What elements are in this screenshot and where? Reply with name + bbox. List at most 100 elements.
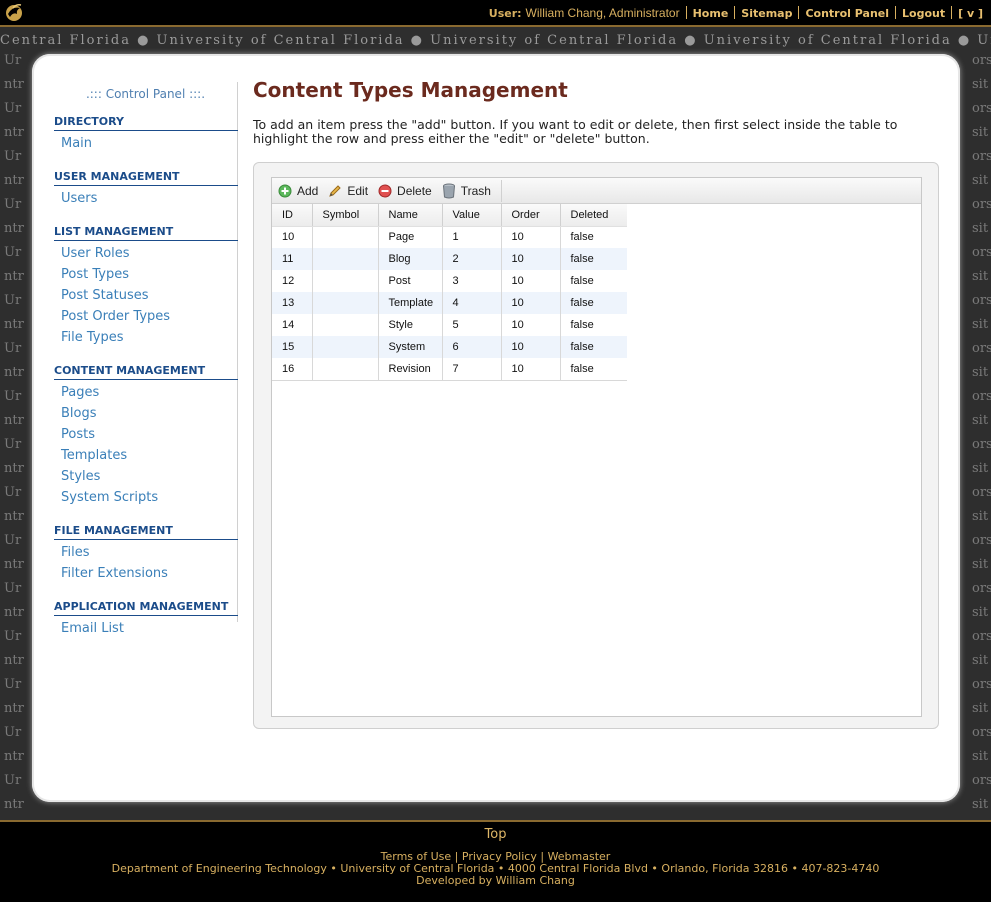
top-link[interactable]: Top xyxy=(0,827,991,842)
table-cell[interactable]: 15 xyxy=(272,336,313,358)
sidebar-item-blogs[interactable]: Blogs xyxy=(54,403,237,424)
band-left-text: ntr xyxy=(4,221,24,236)
control-panel-link[interactable]: Control Panel xyxy=(805,7,889,20)
table-cell[interactable] xyxy=(312,270,379,292)
band-left-text: ntr xyxy=(4,653,24,668)
table-cell[interactable]: 7 xyxy=(442,358,502,381)
band-right-text: ors xyxy=(972,389,991,404)
section-heading-list-management: LIST MANAGEMENT xyxy=(54,225,238,241)
band-left-text: Ur xyxy=(4,437,22,452)
table-cell[interactable]: 10 xyxy=(501,358,561,381)
column-header-order[interactable]: Order xyxy=(501,204,561,227)
sidebar-item-templates[interactable]: Templates xyxy=(54,445,237,466)
logout-link[interactable]: Logout xyxy=(902,7,945,20)
delete-button[interactable]: Delete xyxy=(378,184,432,198)
table-cell[interactable] xyxy=(312,248,379,270)
sidebar-item-users[interactable]: Users xyxy=(54,188,237,209)
table-cell[interactable] xyxy=(312,336,379,358)
table-cell[interactable]: 6 xyxy=(442,336,502,358)
band-left-text: Ur xyxy=(4,677,22,692)
band-right-text: sit xyxy=(972,749,989,764)
table-cell[interactable]: 10 xyxy=(501,336,561,358)
table-cell[interactable]: 10 xyxy=(501,226,561,248)
column-header-symbol[interactable]: Symbol xyxy=(312,204,379,227)
table-row[interactable]: 14 Style 5 10 false xyxy=(272,314,627,336)
table-cell[interactable]: 2 xyxy=(442,248,502,270)
band-right-text: sit xyxy=(972,221,989,236)
sidebar-item-system-scripts[interactable]: System Scripts xyxy=(54,487,237,508)
version-link[interactable]: [ v ] xyxy=(958,7,983,20)
sidebar-item-files[interactable]: Files xyxy=(54,542,237,563)
sidebar-item-main[interactable]: Main xyxy=(54,133,237,154)
table-cell[interactable]: 16 xyxy=(272,358,313,381)
table-cell[interactable] xyxy=(312,292,379,314)
table-cell[interactable]: false xyxy=(560,226,627,248)
table-cell[interactable]: false xyxy=(560,292,627,314)
table-row[interactable]: 16 Revision 7 10 false xyxy=(272,358,627,381)
table-cell[interactable]: 12 xyxy=(272,270,313,292)
sidebar-item-email-list[interactable]: Email List xyxy=(54,618,237,639)
sidebar-item-post-statuses[interactable]: Post Statuses xyxy=(54,285,237,306)
sidebar-item-posts[interactable]: Posts xyxy=(54,424,237,445)
sidebar-item-pages[interactable]: Pages xyxy=(54,382,237,403)
column-header-id[interactable]: ID xyxy=(272,204,313,227)
ucf-pegasus-logo-icon[interactable] xyxy=(4,2,24,22)
table-cell[interactable]: Style xyxy=(378,314,443,336)
table-cell[interactable]: 4 xyxy=(442,292,502,314)
table-cell[interactable]: false xyxy=(560,248,627,270)
sidebar-item-filter-extensions[interactable]: Filter Extensions xyxy=(54,563,237,584)
add-button[interactable]: Add xyxy=(278,184,318,198)
sidebar-item-styles[interactable]: Styles xyxy=(54,466,237,487)
home-link[interactable]: Home xyxy=(693,7,729,20)
grid-container: Add Edit Delete Trash ID Symbol Name Val… xyxy=(253,162,939,729)
table-row[interactable]: 13 Template 4 10 false xyxy=(272,292,627,314)
column-header-deleted[interactable]: Deleted xyxy=(560,204,627,227)
table-header-row: ID Symbol Name Value Order Deleted xyxy=(272,204,627,227)
sidebar-title: .::: Control Panel :::. xyxy=(85,87,206,101)
table-cell[interactable]: 11 xyxy=(272,248,313,270)
table-row[interactable]: 10 Page 1 10 false xyxy=(272,226,627,248)
table-cell[interactable]: 10 xyxy=(501,270,561,292)
table-cell[interactable]: 13 xyxy=(272,292,313,314)
table-cell[interactable]: 10 xyxy=(501,248,561,270)
band-right-text: ors xyxy=(972,245,991,260)
table-cell[interactable] xyxy=(312,226,379,248)
sidebar-item-post-order-types[interactable]: Post Order Types xyxy=(54,306,237,327)
band-left-text: ntr xyxy=(4,317,24,332)
trash-button-label: Trash xyxy=(460,183,491,198)
table-cell[interactable]: 10 xyxy=(501,314,561,336)
table-row[interactable]: 11 Blog 2 10 false xyxy=(272,248,627,270)
table-cell[interactable]: Blog xyxy=(378,248,443,270)
table-cell[interactable]: false xyxy=(560,270,627,292)
column-header-value[interactable]: Value xyxy=(442,204,502,227)
table-cell[interactable]: 5 xyxy=(442,314,502,336)
column-header-name[interactable]: Name xyxy=(378,204,443,227)
table-cell[interactable]: false xyxy=(560,358,627,381)
trash-button[interactable]: Trash xyxy=(442,183,491,199)
table-cell[interactable]: false xyxy=(560,314,627,336)
table-cell[interactable]: 14 xyxy=(272,314,313,336)
table-cell[interactable]: Page xyxy=(378,226,443,248)
sidebar-item-post-types[interactable]: Post Types xyxy=(54,264,237,285)
table-cell[interactable]: System xyxy=(378,336,443,358)
table-cell[interactable]: 3 xyxy=(442,270,502,292)
table-row[interactable]: 12 Post 3 10 false xyxy=(272,270,627,292)
band-right-text: ors xyxy=(972,485,991,500)
table-cell[interactable]: Template xyxy=(378,292,443,314)
sitemap-link[interactable]: Sitemap xyxy=(741,7,792,20)
table-row[interactable]: 15 System 6 10 false xyxy=(272,336,627,358)
table-cell[interactable]: 10 xyxy=(501,292,561,314)
table-cell[interactable] xyxy=(312,314,379,336)
band-right-text: ors xyxy=(972,149,991,164)
band-right-text: sit xyxy=(972,77,989,92)
table-cell[interactable]: false xyxy=(560,336,627,358)
table-cell[interactable]: Revision xyxy=(378,358,443,381)
table-cell[interactable]: Post xyxy=(378,270,443,292)
edit-button[interactable]: Edit xyxy=(328,184,368,198)
table-cell[interactable]: 1 xyxy=(442,226,502,248)
section-heading-user-management: USER MANAGEMENT xyxy=(54,170,238,186)
sidebar-item-file-types[interactable]: File Types xyxy=(54,327,237,348)
table-cell[interactable]: 10 xyxy=(272,226,313,248)
table-cell[interactable] xyxy=(312,358,379,381)
sidebar-item-user-roles[interactable]: User Roles xyxy=(54,243,237,264)
